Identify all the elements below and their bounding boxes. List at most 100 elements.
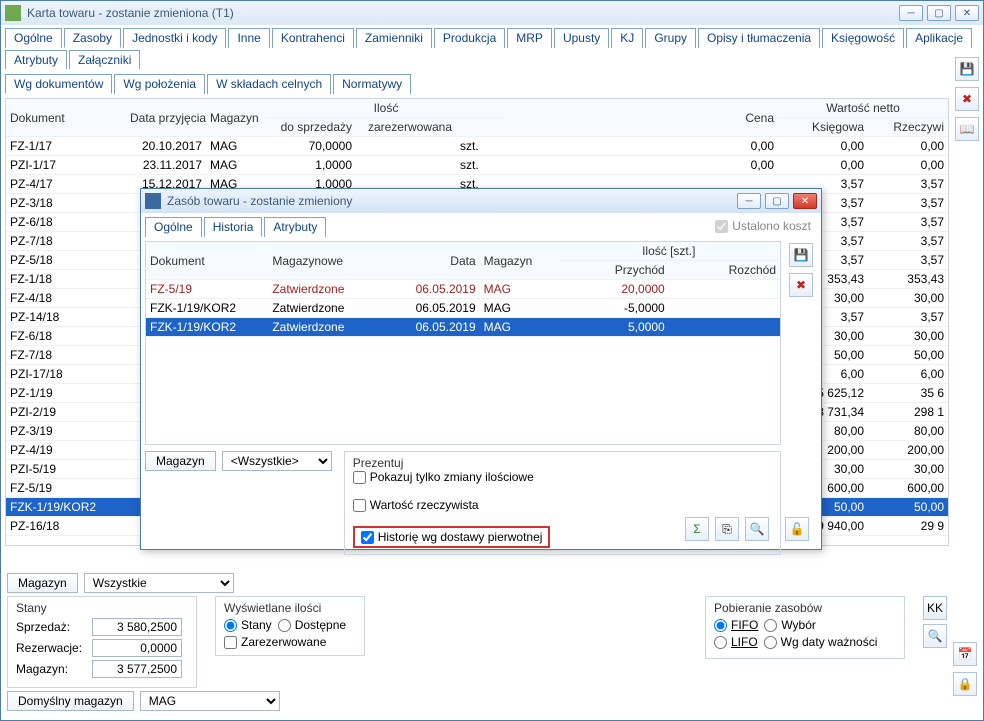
calendar-icon[interactable]: 📅 — [953, 642, 977, 666]
opt-historia-pierwotna[interactable]: Historię wg dostawy pierwotnej — [361, 530, 543, 544]
tab-opisy-i-t-umaczenia[interactable]: Opisy i tłumaczenia — [698, 28, 820, 48]
dialog-close-button[interactable]: ✕ — [793, 193, 817, 209]
side-toolbar: 💾 ✖ 📖 — [955, 57, 979, 141]
tab-inne[interactable]: Inne — [228, 28, 269, 48]
col-rzecz[interactable]: Rzeczywi — [868, 118, 948, 137]
dialog-magazyn-select[interactable]: <Wszystkie> — [222, 451, 332, 471]
default-magazyn-button[interactable]: Domyślny magazyn — [7, 691, 134, 711]
fifo-radio[interactable]: FIFO — [714, 618, 758, 632]
table-row[interactable]: FZK-1/19/KOR2Zatwierdzone06.05.2019MAG-5… — [146, 299, 780, 318]
default-magazyn-select[interactable]: MAG — [140, 691, 280, 711]
rezerwacje-value[interactable] — [92, 639, 182, 657]
sigma-icon[interactable]: Σ — [685, 517, 709, 541]
book-icon[interactable]: 📖 — [955, 117, 979, 141]
opt-wartosc-rzeczywista[interactable]: Wartość rzeczywista — [353, 498, 772, 512]
dcol-magazynowe[interactable]: Magazynowe — [268, 242, 390, 280]
subtab-normatywy[interactable]: Normatywy — [333, 74, 411, 94]
dialog-title: Zasób towaru - zostanie zmieniony — [167, 194, 737, 208]
dostepne-radio[interactable]: Dostępne — [278, 618, 346, 632]
sprzedaz-value[interactable] — [92, 618, 182, 636]
dialog-delete-icon[interactable]: ✖ — [789, 273, 813, 297]
pobieranie-group: Pobieranie zasobów FIFO Wybór LIFO Wg da… — [705, 596, 905, 659]
zoom-icon[interactable]: 🔍 — [745, 517, 769, 541]
tab-ksi-gowo-[interactable]: Księgowość — [822, 28, 904, 48]
magazyn-filter-select[interactable]: Wszystkie — [84, 573, 234, 593]
table-row[interactable]: FZK-1/19/KOR2Zatwierdzone06.05.2019MAG5,… — [146, 318, 780, 337]
tab-produkcja[interactable]: Produkcja — [434, 28, 505, 48]
subtab-wg-po-o-enia[interactable]: Wg położenia — [114, 74, 205, 94]
close-button[interactable]: ✕ — [955, 5, 979, 21]
tab-za-czniki[interactable]: Załączniki — [69, 50, 140, 69]
tab-mrp[interactable]: MRP — [507, 28, 552, 48]
col-dokument[interactable]: Dokument — [6, 99, 126, 137]
tab-zamienniki[interactable]: Zamienniki — [356, 28, 432, 48]
col-wartnetto[interactable]: Wartość netto — [778, 99, 948, 118]
bottom-panel: Magazyn Wszystkie Stany Sprzedaż: Rezerw… — [7, 570, 947, 714]
delete-icon[interactable]: ✖ — [955, 87, 979, 111]
col-cena[interactable]: Cena — [718, 99, 778, 137]
stany-group: Stany Sprzedaż: Rezerwacje: Magazyn: — [7, 596, 197, 688]
pobieranie-legend: Pobieranie zasobów — [714, 601, 896, 615]
rezerwacje-label: Rezerwacje: — [16, 641, 86, 655]
dialog-minimize-button[interactable]: ─ — [737, 193, 761, 209]
table-row[interactable]: FZ-1/1720.10.2017MAG70,0000szt.0,000,000… — [6, 137, 948, 156]
dcol-rozchod[interactable]: Rozchód — [669, 261, 780, 280]
search-icon[interactable]: 🔍 — [923, 624, 947, 648]
tab-aplikacje[interactable]: Aplikacje — [906, 28, 972, 48]
dialog-magazyn-button[interactable]: Magazyn — [145, 451, 216, 471]
dialog-save-icon[interactable]: 💾 — [789, 243, 813, 267]
stany-legend: Stany — [16, 601, 188, 615]
lock-icon[interactable]: 🔒 — [953, 672, 977, 696]
main-titlebar: Karta towaru - zostanie zmieniona (T1) ─… — [1, 1, 983, 25]
save-icon[interactable]: 💾 — [955, 57, 979, 81]
col-data[interactable]: Data przyjęcia — [126, 99, 206, 137]
minimize-button[interactable]: ─ — [899, 5, 923, 21]
magazyn-qty-label: Magazyn: — [16, 662, 86, 676]
stany-radio[interactable]: Stany — [224, 618, 272, 632]
opt-historia-highlight: Historię wg dostawy pierwotnej — [353, 526, 551, 548]
tab-atrybuty[interactable]: Atrybuty — [5, 50, 67, 69]
app-icon — [5, 5, 21, 21]
zarezerwowane-check[interactable]: Zarezerwowane — [224, 635, 356, 649]
tab-grupy[interactable]: Grupy — [645, 28, 696, 48]
tab-zasoby[interactable]: Zasoby — [64, 28, 121, 48]
col-ilosc[interactable]: Ilość — [266, 99, 506, 118]
subtab-w-sk-adach-celnych[interactable]: W składach celnych — [207, 74, 331, 94]
col-zarez[interactable]: zarezerwowana — [356, 118, 456, 137]
dcol-magazyn[interactable]: Magazyn — [480, 242, 558, 280]
wybor-radio[interactable]: Wybór — [764, 618, 816, 632]
dialog-maximize-button[interactable]: ▢ — [765, 193, 789, 209]
dialog-tab-ogólne[interactable]: Ogólne — [145, 217, 202, 237]
main-tab-row: OgólneZasobyJednostki i kodyInneKontrahe… — [1, 25, 983, 69]
wyswietlane-group: Wyświetlane ilości Stany Dostępne Zareze… — [215, 596, 365, 656]
unlock-icon[interactable]: 🔓 — [785, 517, 809, 541]
dcol-przychod[interactable]: Przychód — [558, 261, 669, 280]
col-ksieg[interactable]: Księgowa — [778, 118, 868, 137]
kk-button[interactable]: KK — [923, 596, 947, 620]
dcol-data[interactable]: Data — [391, 242, 480, 280]
lifo-radio[interactable]: LIFO — [714, 635, 758, 649]
tab-jednostki-i-kody[interactable]: Jednostki i kody — [123, 28, 226, 48]
ustalono-koszt-check[interactable]: Ustalono koszt — [715, 219, 811, 233]
tab-upusty[interactable]: Upusty — [554, 28, 609, 48]
dialog-grid[interactable]: Dokument Magazynowe Data Magazyn Ilość [… — [145, 241, 781, 445]
dialog-tab-atrybuty[interactable]: Atrybuty — [264, 217, 326, 237]
magazyn-filter-button[interactable]: Magazyn — [7, 573, 78, 593]
col-magazyn[interactable]: Magazyn — [206, 99, 266, 137]
table-row[interactable]: FZ-5/19Zatwierdzone06.05.2019MAG20,0000 — [146, 280, 780, 299]
table-row[interactable]: PZI-1/1723.11.2017MAG1,0000szt.0,000,000… — [6, 156, 948, 175]
dcol-ilosc[interactable]: Ilość [szt.] — [558, 242, 780, 261]
export-icon[interactable]: ⎘ — [715, 517, 739, 541]
dialog-tab-historia[interactable]: Historia — [204, 217, 263, 237]
col-dosprz[interactable]: do sprzedaży — [266, 118, 356, 137]
prezentuj-legend: Prezentuj — [353, 456, 772, 470]
opt-pokazuj-zmiany[interactable]: Pokazuj tylko zmiany ilościowe — [353, 470, 772, 484]
wgdaty-radio[interactable]: Wg daty ważności — [764, 635, 878, 649]
magazyn-qty-value[interactable] — [92, 660, 182, 678]
maximize-button[interactable]: ▢ — [927, 5, 951, 21]
tab-kj[interactable]: KJ — [611, 28, 643, 48]
dcol-dokument[interactable]: Dokument — [146, 242, 268, 280]
tab-og-lne[interactable]: Ogólne — [5, 28, 62, 48]
subtab-wg-dokument-w[interactable]: Wg dokumentów — [5, 74, 112, 94]
tab-kontrahenci[interactable]: Kontrahenci — [272, 28, 354, 48]
